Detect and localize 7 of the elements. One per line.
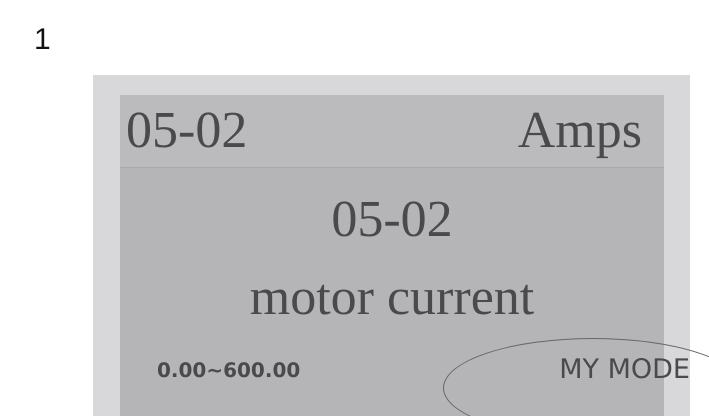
mode-label: MY MODE [559,354,690,385]
parameter-name: motor current [250,272,534,324]
range-text: 0.00~600.00 [157,358,300,382]
header-code: 05-02 [126,105,248,157]
figure-number: 1 [34,22,52,58]
unit-label: Amps [518,105,642,157]
parameter-code: 05-02 [331,194,453,246]
